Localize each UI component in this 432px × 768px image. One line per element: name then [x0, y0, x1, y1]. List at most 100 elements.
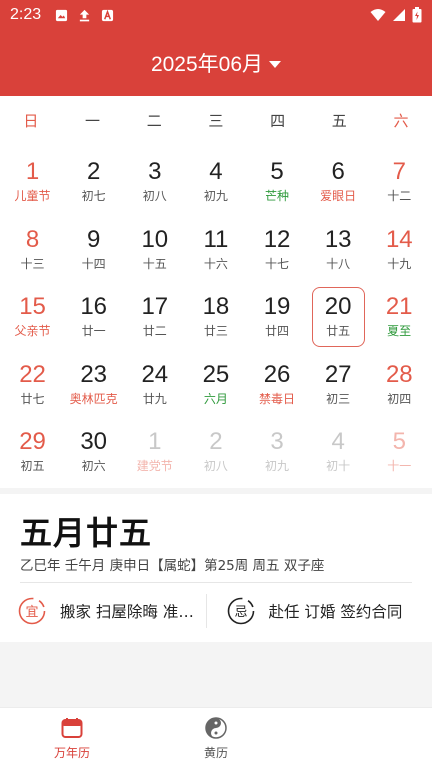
calendar-grid: 1 儿童节 2 初七 3 初八 4 初九 5 芒种 6 爱眼日 7 十二 8 十三 9 十四 10… — [2, 152, 430, 490]
day-lunar: 初六 — [81, 459, 106, 473]
day-number: 30 — [80, 428, 108, 455]
day-cell[interactable]: 10 十五 — [124, 220, 185, 280]
yi-section[interactable]: 宜 搬家 扫屋除晦 准备婚礼 — [18, 594, 206, 628]
calendar-week: 29 初五 30 初六 1 建党节 2 初八 3 初九 4 初十 5 十一 — [2, 422, 430, 490]
day-cell[interactable]: 29 初五 — [2, 422, 63, 482]
day-cell[interactable]: 3 初八 — [124, 152, 185, 212]
day-lunar: 奥林匹克 — [69, 391, 118, 406]
day-number: 26 — [263, 360, 291, 388]
day-lunar: 初四 — [387, 391, 412, 406]
lunar-date-title: 五月廿五 — [20, 514, 153, 552]
day-cell[interactable]: 30 初六 — [63, 422, 124, 482]
day-lunar: 六月 — [203, 391, 228, 406]
day-number: 12 — [263, 225, 291, 253]
ji-text: 赴任 订婚 签约合同 — [268, 603, 403, 621]
day-lunar: 初十 — [326, 459, 351, 473]
day-number: 20 — [324, 293, 352, 320]
day-number: 11 — [203, 225, 229, 253]
day-number: 3 — [270, 428, 284, 455]
day-lunar: 廿四 — [265, 324, 290, 338]
day-cell[interactable]: 24 廿九 — [124, 355, 185, 415]
month-title: 2025年06月 — [150, 53, 264, 76]
day-cell[interactable]: 19 廿四 — [247, 287, 308, 347]
tab-almanac-label: 黄历 — [203, 746, 228, 760]
day-lunar: 夏至 — [387, 324, 412, 338]
day-lunar: 廿五 — [326, 324, 351, 338]
day-number: 14 — [385, 225, 413, 253]
dropdown-caret-icon — [269, 60, 282, 68]
ji-section[interactable]: 忌 赴任 订婚 签约合同 — [205, 594, 415, 628]
yi-ji-row: 宜 搬家 扫屋除晦 准备婚礼 忌 赴任 订婚 签约合同 — [18, 594, 414, 628]
day-cell[interactable]: 8 十三 — [2, 220, 63, 280]
image-notification-icon — [56, 9, 68, 21]
day-cell[interactable]: 5 芒种 — [247, 152, 308, 212]
day-lunar: 十五 — [142, 256, 167, 271]
day-cell[interactable]: 9 十四 — [63, 220, 124, 280]
day-number: 8 — [25, 225, 40, 253]
day-cell[interactable]: 4 初九 — [185, 152, 246, 212]
day-number: 5 — [392, 428, 406, 455]
day-number: 28 — [385, 360, 413, 388]
day-cell-selected[interactable]: 20 廿五 — [311, 287, 365, 347]
day-cell[interactable]: 7 十二 — [369, 152, 430, 212]
day-cell[interactable]: 2 初七 — [63, 152, 124, 212]
day-cell[interactable]: 27 初三 — [308, 355, 369, 415]
tab-almanac[interactable]: 黄历 — [156, 708, 276, 768]
day-cell-next-month[interactable]: 5 十一 — [369, 422, 430, 482]
day-cell[interactable]: 28 初四 — [369, 355, 430, 415]
day-cell[interactable]: 16 廿一 — [63, 287, 124, 347]
day-cell[interactable]: 1 儿童节 — [2, 152, 63, 212]
calendar-icon — [61, 718, 83, 738]
day-cell[interactable]: 13 十八 — [308, 220, 369, 280]
signal-icon — [393, 9, 405, 21]
day-cell[interactable]: 11 十六 — [185, 220, 246, 280]
day-cell[interactable]: 23 奥林匹克 — [63, 355, 124, 415]
svg-text:忌: 忌 — [234, 605, 247, 620]
day-number: 2 — [209, 428, 223, 455]
day-lunar: 爱眼日 — [320, 189, 357, 203]
day-lunar: 十八 — [326, 256, 351, 271]
day-lunar: 十九 — [387, 256, 412, 271]
month-selector[interactable]: 2025年06月 — [0, 30, 432, 96]
yi-text: 搬家 扫屋除晦 准备婚礼 — [60, 603, 200, 621]
day-cell[interactable]: 15 父亲节 — [2, 287, 63, 347]
divider — [20, 582, 412, 583]
status-bar: 2:23 — [0, 0, 432, 30]
day-cell-next-month[interactable]: 2 初八 — [185, 422, 246, 482]
wifi-icon — [370, 9, 386, 21]
day-lunar: 禁毒日 — [259, 391, 296, 406]
day-number: 9 — [87, 225, 101, 253]
day-number: 21 — [385, 293, 413, 320]
day-cell[interactable]: 14 十九 — [369, 220, 430, 280]
day-cell[interactable]: 6 爱眼日 — [308, 152, 369, 212]
day-lunar: 建党节 — [136, 459, 173, 473]
day-cell[interactable]: 22 廿七 — [2, 355, 63, 415]
calendar-week: 15 父亲节 16 廿一 17 廿二 18 廿三 19 廿四 20 廿五 21 夏至 — [2, 287, 430, 355]
day-lunar: 廿二 — [142, 324, 167, 338]
day-cell-next-month[interactable]: 3 初九 — [247, 422, 308, 482]
day-lunar: 初八 — [203, 459, 228, 473]
day-cell-next-month[interactable]: 4 初十 — [308, 422, 369, 482]
day-cell[interactable]: 17 廿二 — [124, 287, 185, 347]
day-lunar: 十一 — [387, 459, 412, 473]
weekday-label: 三 — [208, 112, 224, 130]
day-lunar: 初八 — [142, 189, 167, 203]
day-cell[interactable]: 25 六月 — [185, 355, 246, 415]
weekday-header: 日 一 二 三 四 五 六 — [0, 110, 432, 134]
weekday-label: 六 — [393, 112, 409, 130]
day-cell[interactable]: 26 禁毒日 — [247, 355, 308, 415]
day-cell[interactable]: 18 廿三 — [185, 287, 246, 347]
day-number: 24 — [141, 360, 169, 388]
day-cell[interactable]: 21 夏至 — [369, 287, 430, 347]
day-number: 2 — [87, 158, 101, 185]
day-lunar: 初三 — [326, 391, 351, 406]
day-cell-next-month[interactable]: 1 建党节 — [124, 422, 185, 482]
battery-icon — [412, 7, 422, 23]
tab-calendar[interactable]: 万年历 — [12, 708, 132, 768]
day-lunar: 初九 — [203, 189, 228, 203]
day-number: 22 — [19, 360, 46, 388]
day-cell[interactable]: 12 十七 — [247, 220, 308, 280]
day-number: 18 — [202, 293, 230, 320]
day-number: 6 — [331, 158, 345, 185]
day-lunar: 十四 — [81, 256, 106, 271]
